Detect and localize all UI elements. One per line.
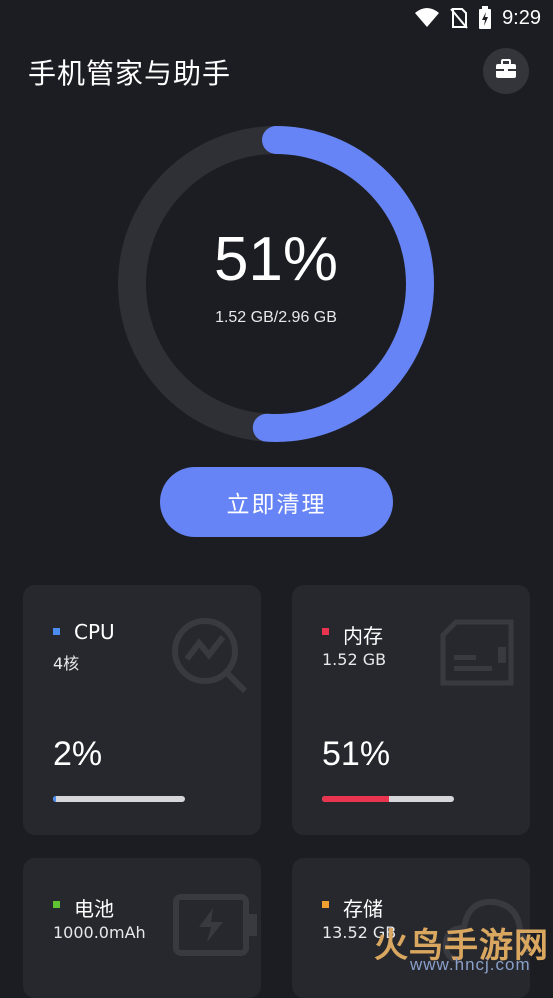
battery-icon [173, 894, 259, 960]
watermark-url: www.hncj.com [410, 955, 531, 974]
storage-dot [322, 901, 329, 908]
cpu-name: CPU [74, 620, 115, 644]
ram-usage: 51% [322, 735, 391, 773]
status-bar: 9:29 [0, 0, 553, 38]
battery-capacity: 1000.0mAh [53, 923, 146, 942]
wifi-icon [414, 7, 440, 29]
ram-card[interactable]: 内存 1.52 GB 51% [292, 585, 530, 835]
memory-card-icon [438, 619, 516, 691]
cpu-monitor-icon [169, 615, 253, 699]
briefcase-icon [495, 59, 517, 83]
clean-now-button[interactable]: 立即清理 [160, 467, 393, 537]
ram-usage-bar [322, 796, 454, 802]
battery-name: 电池 [74, 897, 114, 921]
cpu-usage-bar [53, 796, 185, 802]
memory-ring: 51% 1.52 GB/2.96 GB [118, 126, 434, 442]
ram-dot [322, 628, 329, 635]
cpu-card[interactable]: CPU 4核 2% [23, 585, 261, 835]
battery-dot [53, 901, 60, 908]
cpu-dot [53, 628, 60, 635]
ram-size: 1.52 GB [322, 650, 387, 669]
no-sim-icon [450, 7, 468, 29]
cpu-cores: 4核 [53, 654, 80, 673]
memory-percent: 51% [213, 225, 339, 294]
memory-usage: 1.52 GB/2.96 GB [215, 309, 337, 326]
ram-name: 内存 [343, 624, 383, 648]
app-title: 手机管家与助手 [28, 57, 232, 90]
toolbox-button[interactable] [483, 48, 529, 94]
cpu-usage: 2% [53, 735, 103, 773]
battery-charging-icon [478, 6, 492, 30]
battery-card[interactable]: 电池 1000.0mAh [23, 858, 261, 998]
status-time: 9:29 [502, 6, 541, 29]
